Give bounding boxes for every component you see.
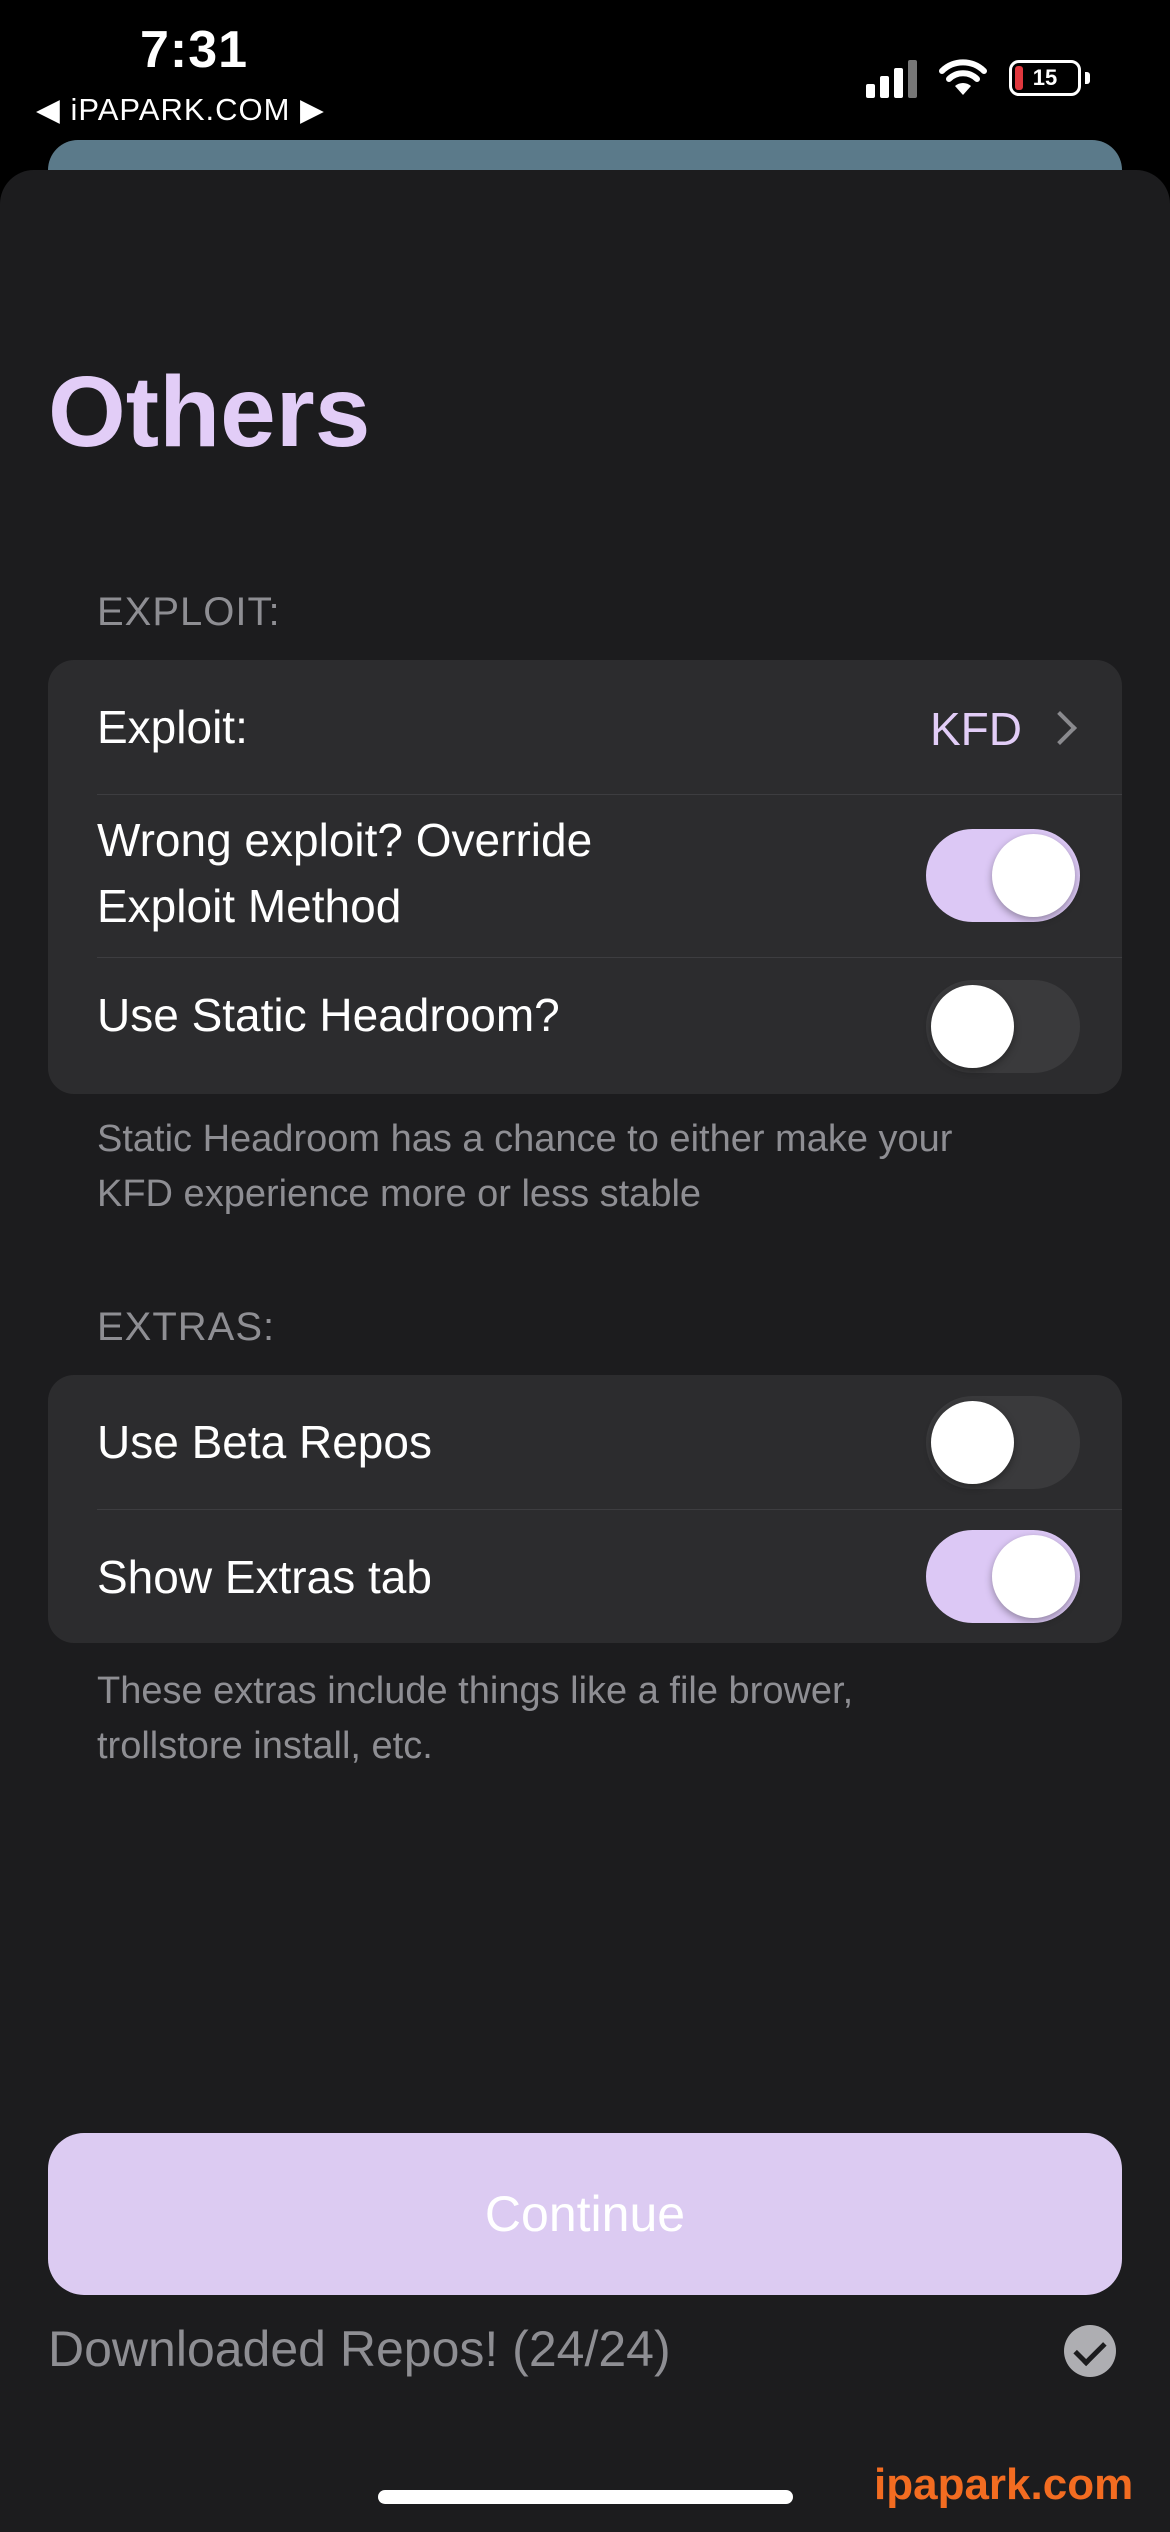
page-title: Others: [48, 356, 371, 468]
extras-footnote-line2: trollstore install, etc.: [97, 1725, 433, 1767]
watermark: ipapark.com: [874, 2460, 1134, 2509]
override-exploit-toggle[interactable]: [926, 829, 1080, 922]
beta-repos-row: Use Beta Repos: [48, 1375, 1122, 1509]
wifi-icon: [939, 59, 987, 95]
extras-tab-label: Show Extras tab: [97, 1551, 432, 1603]
download-status: Downloaded Repos! (24/24): [48, 2321, 671, 2377]
exploit-label: Exploit:: [97, 701, 248, 753]
exploit-group: Exploit: KFD Wrong exploit? Override Exp…: [48, 660, 1122, 1094]
home-indicator[interactable]: [378, 2490, 793, 2504]
exploit-footnote: Static Headroom has a chance to either m…: [97, 1112, 1057, 1222]
cellular-signal-icon: [866, 58, 917, 98]
status-time: 7:31: [140, 21, 249, 79]
section-header-exploit: EXPLOIT:: [97, 590, 281, 634]
checkmark-icon: [1064, 2325, 1116, 2377]
extras-tab-toggle[interactable]: [926, 1530, 1080, 1623]
toggle-knob: [992, 1535, 1075, 1618]
beta-repos-label: Use Beta Repos: [97, 1416, 432, 1468]
extras-tab-row: Show Extras tab: [48, 1510, 1122, 1643]
override-exploit-row: Wrong exploit? Override Exploit Method: [48, 795, 1122, 957]
toggle-knob: [992, 834, 1075, 917]
extras-footnote: These extras include things like a file …: [97, 1664, 1057, 1774]
status-icons: 15: [866, 56, 1090, 100]
section-header-extras: EXTRAS:: [97, 1305, 276, 1349]
extras-footnote-line1: These extras include things like a file …: [97, 1670, 854, 1712]
static-headroom-toggle[interactable]: [926, 980, 1080, 1073]
toggle-knob: [931, 1401, 1014, 1484]
exploit-footnote-line1: Static Headroom has a chance to either m…: [97, 1118, 953, 1160]
toggle-knob: [931, 985, 1014, 1068]
exploit-footnote-line2: KFD experience more or less stable: [97, 1173, 702, 1215]
battery-icon: 15: [1009, 60, 1081, 96]
back-to-app-link[interactable]: ◀ iPAPARK.COM ▶: [36, 92, 325, 128]
exploit-value: KFD: [930, 703, 1022, 755]
static-headroom-row: Use Static Headroom?: [48, 958, 1122, 1094]
beta-repos-toggle[interactable]: [926, 1396, 1080, 1489]
chevron-right-icon: [1043, 711, 1077, 745]
override-label-line1: Wrong exploit? Override: [97, 814, 593, 866]
battery-level: 15: [1032, 65, 1058, 90]
continue-button[interactable]: Continue: [48, 2133, 1122, 2295]
exploit-select-row[interactable]: Exploit: KFD: [48, 660, 1122, 794]
battery-nub: [1085, 72, 1090, 84]
extras-group: Use Beta Repos Show Extras tab: [48, 1375, 1122, 1643]
override-label-line2: Exploit Method: [97, 880, 402, 932]
override-exploit-label: Wrong exploit? Override Exploit Method: [97, 807, 592, 939]
static-headroom-label: Use Static Headroom?: [97, 989, 560, 1041]
